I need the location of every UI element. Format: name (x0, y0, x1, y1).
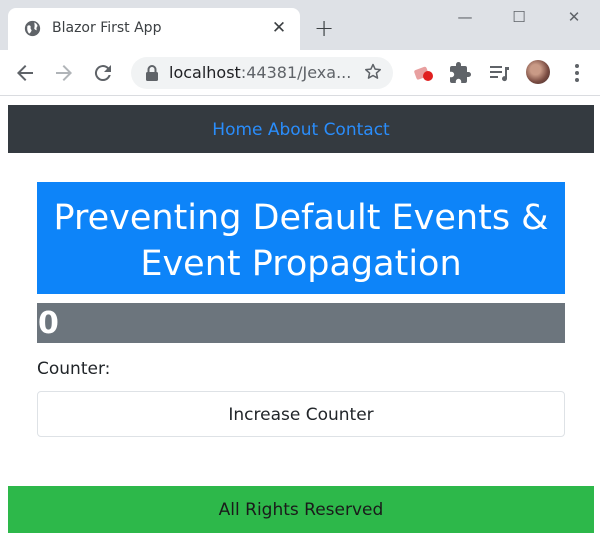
url-host: localhost (169, 63, 241, 82)
star-icon[interactable] (363, 62, 383, 82)
counter-display: 0 (37, 303, 565, 343)
increase-counter-button[interactable]: Increase Counter (37, 391, 565, 437)
browser-toolbar: localhost:44381/Jexa... (0, 50, 600, 96)
extension-record-icon[interactable] (412, 61, 436, 85)
puzzle-icon[interactable] (448, 61, 472, 85)
heading-line-1: Preventing Default Events & (53, 198, 549, 238)
address-bar[interactable]: localhost:44381/Jexa... (131, 57, 393, 89)
minimize-icon[interactable]: — (453, 6, 477, 28)
profile-avatar[interactable] (526, 60, 550, 84)
page-heading: Preventing Default Events & Event Propag… (37, 182, 565, 294)
forward-arrow-icon[interactable] (52, 61, 76, 85)
nav-link-home[interactable]: Home (212, 120, 262, 140)
url-text: localhost:44381/Jexa... (169, 64, 351, 82)
heading-line-2: Event Propagation (140, 244, 462, 284)
page-footer: All Rights Reserved (8, 486, 594, 533)
nav-link-contact[interactable]: Contact (324, 120, 390, 140)
url-path: :44381/Jexa... (240, 63, 352, 82)
tab-close-icon[interactable]: ✕ (270, 19, 288, 37)
new-tab-icon[interactable]: + (313, 16, 335, 40)
maximize-icon[interactable]: ☐ (507, 6, 531, 28)
kebab-menu-icon[interactable] (565, 61, 589, 85)
close-window-icon[interactable]: ✕ (562, 6, 586, 28)
browser-tab[interactable]: Blazor First App ✕ (8, 8, 300, 50)
nav-link-about[interactable]: About (268, 120, 318, 140)
browser-tabstrip: Blazor First App ✕ + — ☐ ✕ (0, 0, 600, 50)
nav-links: Home About Contact (8, 105, 594, 155)
counter-label: Counter: (37, 359, 111, 379)
site-navbar: Home About Contact (8, 105, 594, 153)
lock-icon (146, 65, 158, 81)
tab-title: Blazor First App (52, 20, 162, 36)
media-queue-icon[interactable] (487, 61, 511, 85)
globe-icon (24, 20, 41, 37)
back-arrow-icon[interactable] (13, 61, 37, 85)
reload-icon[interactable] (91, 61, 115, 85)
